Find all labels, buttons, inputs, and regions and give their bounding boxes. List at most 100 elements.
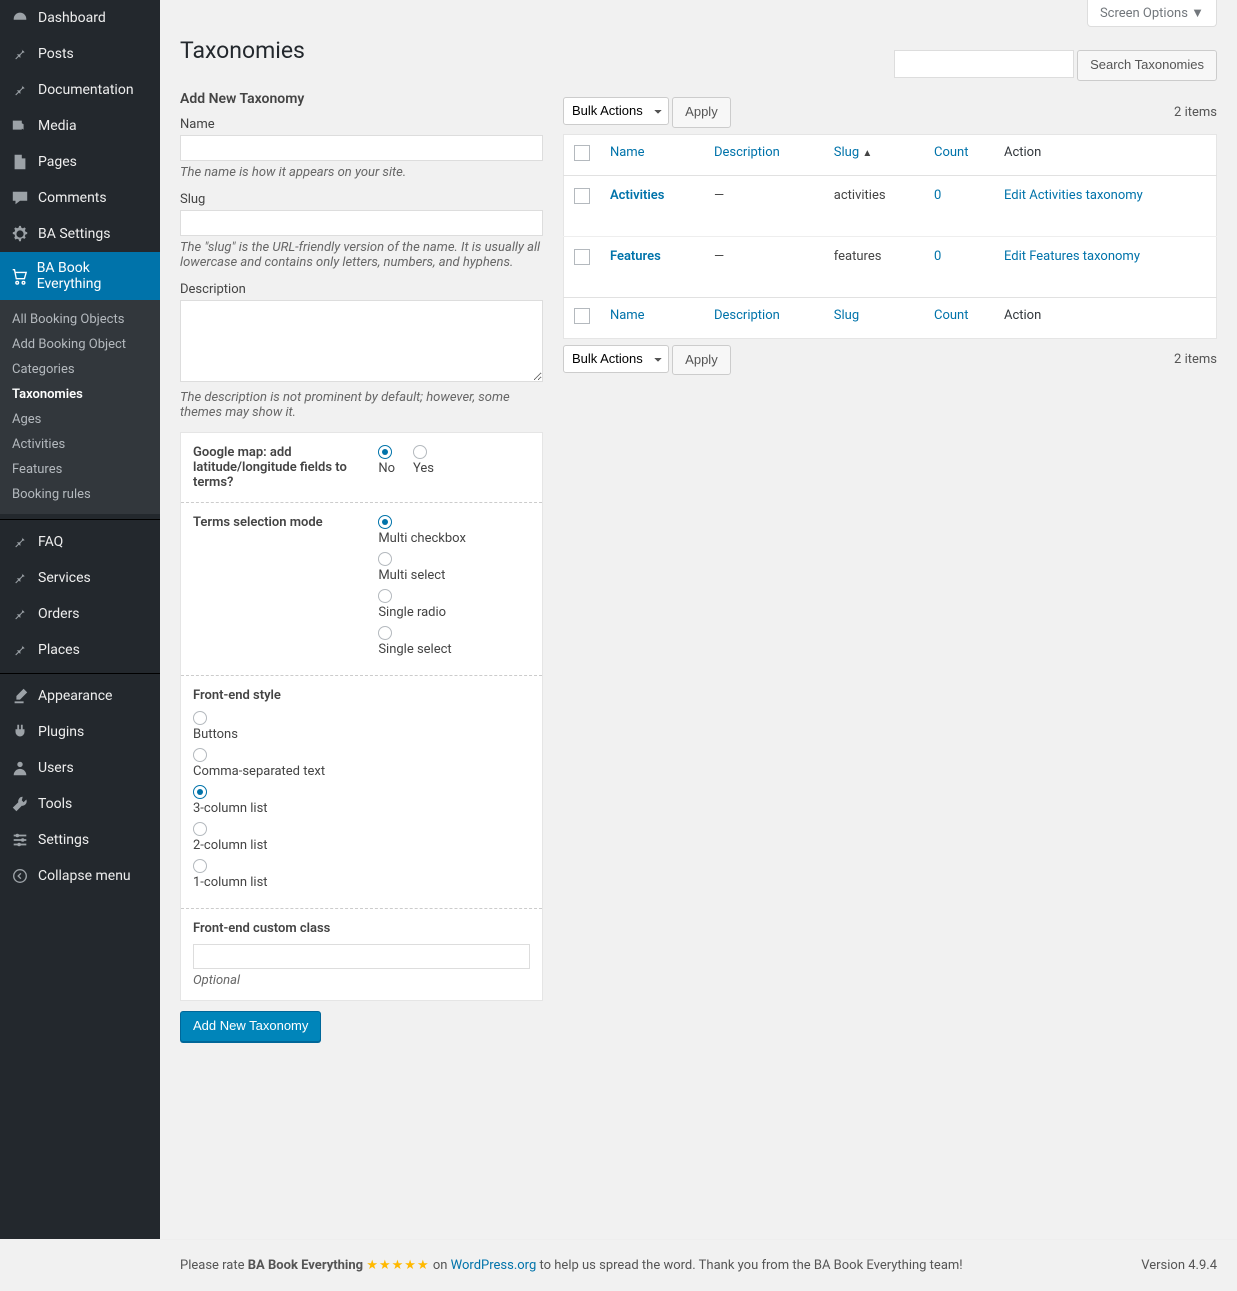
submenu-item-categories[interactable]: Categories (0, 357, 160, 382)
edit-taxonomy-link[interactable]: Edit Activities taxonomy (1004, 188, 1143, 203)
submenu-item-all-booking-objects[interactable]: All Booking Objects (0, 307, 160, 332)
description-input[interactable] (180, 300, 543, 382)
submenu-item-taxonomies[interactable]: Taxonomies (0, 382, 160, 407)
taxonomy-list-panel: Bulk Actions Apply 2 items Name Descript… (563, 91, 1217, 1042)
col-count[interactable]: Count (924, 134, 994, 175)
front-style-radio-1[interactable] (193, 748, 207, 762)
front-style-radio-3[interactable] (193, 822, 207, 836)
menu-item-orders[interactable]: Orders (0, 596, 160, 632)
plug-icon (10, 722, 30, 742)
taxonomy-name-link[interactable]: Activities (610, 188, 665, 203)
submenu-item-activities[interactable]: Activities (0, 432, 160, 457)
dashboard-icon (10, 8, 30, 28)
name-input[interactable] (180, 135, 543, 161)
gmap-radio-yes[interactable] (413, 445, 427, 459)
pin-icon (10, 640, 30, 660)
front-style-radio-4[interactable] (193, 859, 207, 873)
taxonomy-table: Name Description Slug ▲ Count Action Act… (563, 134, 1217, 339)
col-name[interactable]: Name (600, 134, 704, 175)
col-name-foot[interactable]: Name (600, 297, 704, 338)
col-slug-foot[interactable]: Slug (824, 297, 924, 338)
table-row: Features—features0Edit Features taxonomy (563, 236, 1216, 297)
name-help: The name is how it appears on your site. (180, 165, 543, 180)
select-all-top[interactable] (574, 145, 590, 161)
items-count-top: 2 items (1174, 105, 1217, 120)
menu-item-settings[interactable]: Settings (0, 822, 160, 858)
gmap-radio-no[interactable] (378, 445, 392, 459)
menu-item-users[interactable]: Users (0, 750, 160, 786)
selection-mode-radio-1[interactable] (378, 552, 392, 566)
screen-options-button[interactable]: Screen Options ▼ (1087, 0, 1217, 27)
col-count-foot[interactable]: Count (924, 297, 994, 338)
search-button[interactable]: Search Taxonomies (1077, 50, 1217, 81)
selection-mode-radio-3[interactable] (378, 626, 392, 640)
menu-item-services[interactable]: Services (0, 560, 160, 596)
star-icon: ★★★★★ (366, 1258, 429, 1273)
items-count-bottom: 2 items (1174, 352, 1217, 367)
apply-button-top[interactable]: Apply (672, 97, 731, 128)
comment-icon (10, 188, 30, 208)
col-slug[interactable]: Slug ▲ (824, 134, 924, 175)
menu-item-faq[interactable]: FAQ (0, 524, 160, 560)
selection-mode-radio-0[interactable] (378, 515, 392, 529)
cart-icon (10, 266, 29, 286)
menu-item-pages[interactable]: Pages (0, 144, 160, 180)
admin-sidebar: DashboardPostsDocumentationMediaPagesCom… (0, 0, 160, 1239)
name-label: Name (180, 117, 543, 132)
menu-item-comments[interactable]: Comments (0, 180, 160, 216)
pin-icon (10, 80, 30, 100)
edit-taxonomy-link[interactable]: Edit Features taxonomy (1004, 249, 1140, 264)
col-description-foot[interactable]: Description (704, 297, 824, 338)
submenu-item-booking-rules[interactable]: Booking rules (0, 482, 160, 507)
bulk-actions-select-top[interactable]: Bulk Actions (563, 97, 669, 125)
custom-class-help: Optional (193, 973, 530, 988)
slug-input[interactable] (180, 210, 543, 236)
row-checkbox[interactable] (574, 188, 590, 204)
taxonomy-count-link[interactable]: 0 (934, 188, 941, 203)
bulk-actions-select-bottom[interactable]: Bulk Actions (563, 345, 669, 373)
pin-icon (10, 604, 30, 624)
menu-item-ba-book-everything[interactable]: BA Book Everything (0, 252, 160, 300)
search-input[interactable] (894, 50, 1074, 78)
submenu-item-add-booking-object[interactable]: Add Booking Object (0, 332, 160, 357)
row-checkbox[interactable] (574, 249, 590, 265)
submenu-item-features[interactable]: Features (0, 457, 160, 482)
description-label: Description (180, 282, 543, 297)
menu-item-collapse-menu[interactable]: Collapse menu (0, 858, 160, 894)
front-style-radio-2[interactable] (193, 785, 207, 799)
wordpress-org-link[interactable]: WordPress.org (451, 1258, 537, 1273)
menu-item-plugins[interactable]: Plugins (0, 714, 160, 750)
gear-icon (10, 224, 30, 244)
apply-button-bottom[interactable]: Apply (672, 345, 731, 376)
selection-mode-radio-2[interactable] (378, 589, 392, 603)
selection-mode-options: Multi checkboxMulti selectSingle radioSi… (378, 515, 530, 663)
slug-label: Slug (180, 192, 543, 207)
front-style-label: Front-end style (193, 688, 530, 703)
rating-link[interactable]: ★★★★★ (366, 1258, 429, 1273)
menu-item-dashboard[interactable]: Dashboard (0, 0, 160, 36)
select-all-bottom[interactable] (574, 308, 590, 324)
user-icon (10, 758, 30, 778)
form-heading: Add New Taxonomy (180, 91, 543, 107)
col-description[interactable]: Description (704, 134, 824, 175)
menu-item-tools[interactable]: Tools (0, 786, 160, 822)
menu-item-places[interactable]: Places (0, 632, 160, 668)
description-help: The description is not prominent by defa… (180, 390, 543, 420)
version-text: Version 4.9.4 (1141, 1258, 1217, 1273)
wrench-icon (10, 794, 30, 814)
custom-class-label: Front-end custom class (193, 921, 530, 936)
slug-help: The "slug" is the URL-friendly version o… (180, 240, 543, 270)
menu-item-appearance[interactable]: Appearance (0, 678, 160, 714)
table-row: Activities—activities0Edit Activities ta… (563, 175, 1216, 236)
taxonomy-name-link[interactable]: Features (610, 249, 661, 264)
add-taxonomy-button[interactable]: Add New Taxonomy (180, 1011, 321, 1042)
taxonomy-count-link[interactable]: 0 (934, 249, 941, 264)
front-style-radio-0[interactable] (193, 711, 207, 725)
col-action: Action (994, 134, 1217, 175)
menu-item-posts[interactable]: Posts (0, 36, 160, 72)
menu-item-ba-settings[interactable]: BA Settings (0, 216, 160, 252)
custom-class-input[interactable] (193, 944, 530, 969)
menu-item-media[interactable]: Media (0, 108, 160, 144)
menu-item-documentation[interactable]: Documentation (0, 72, 160, 108)
submenu-item-ages[interactable]: Ages (0, 407, 160, 432)
